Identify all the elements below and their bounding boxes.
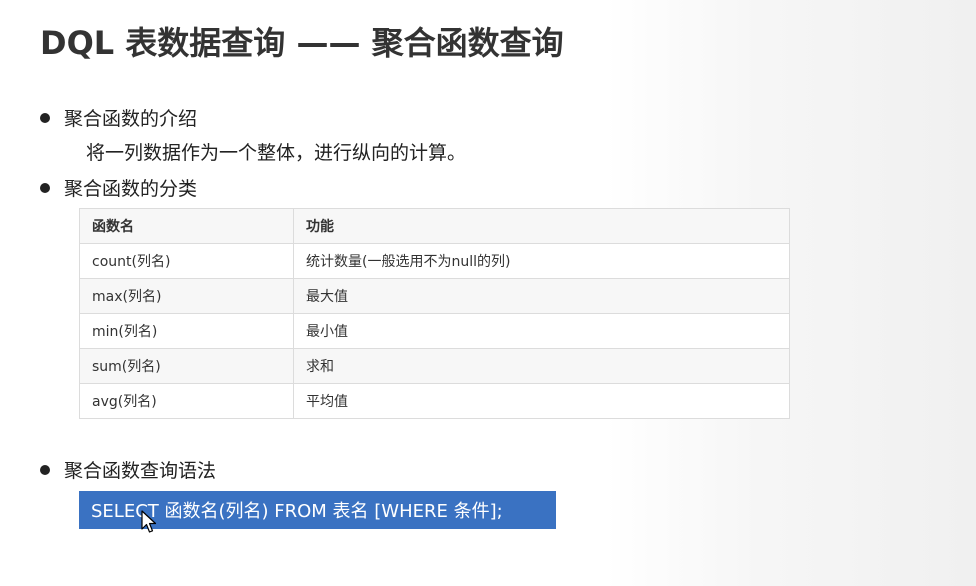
header-function-name: 函数名 bbox=[79, 208, 294, 244]
function-name-cell: sum(列名) bbox=[79, 348, 294, 384]
table-row: max(列名) 最大值 bbox=[79, 278, 790, 314]
function-purpose-cell: 求和 bbox=[293, 348, 790, 384]
aggregate-function-table: 函数名 功能 count(列名) 统计数量(一般选用不为null的列) max(… bbox=[79, 208, 790, 419]
mouse-cursor-icon bbox=[141, 510, 157, 533]
function-purpose-cell: 最小值 bbox=[293, 313, 790, 349]
function-name-cell: min(列名) bbox=[79, 313, 294, 349]
bullet-syntax: 聚合函数查询语法 bbox=[40, 456, 216, 483]
bullet-intro: 聚合函数的介绍 bbox=[40, 104, 197, 131]
function-name-cell: count(列名) bbox=[79, 243, 294, 279]
header-function-purpose: 功能 bbox=[293, 208, 790, 244]
table-row: sum(列名) 求和 bbox=[79, 348, 790, 384]
bullet-dot-icon bbox=[40, 112, 50, 123]
intro-description: 将一列数据作为一个整体，进行纵向的计算。 bbox=[86, 142, 467, 164]
table-header-row: 函数名 功能 bbox=[79, 208, 790, 244]
bullet-categories: 聚合函数的分类 bbox=[40, 174, 197, 201]
function-name-cell: max(列名) bbox=[79, 278, 294, 314]
bullet-syntax-heading: 聚合函数查询语法 bbox=[64, 460, 217, 482]
bullet-categories-heading: 聚合函数的分类 bbox=[64, 178, 198, 200]
function-purpose-cell: 最大值 bbox=[293, 278, 790, 314]
table-row: min(列名) 最小值 bbox=[79, 313, 790, 349]
table-row: count(列名) 统计数量(一般选用不为null的列) bbox=[79, 243, 790, 279]
function-name-cell: avg(列名) bbox=[79, 383, 294, 419]
page-title: DQL 表数据查询 —— 聚合函数查询 bbox=[40, 24, 564, 62]
function-purpose-cell: 平均值 bbox=[293, 383, 790, 419]
function-purpose-cell: 统计数量(一般选用不为null的列) bbox=[293, 243, 790, 279]
bullet-dot-icon bbox=[40, 464, 50, 475]
table-row: avg(列名) 平均值 bbox=[79, 383, 790, 419]
bullet-dot-icon bbox=[40, 182, 50, 193]
bullet-intro-heading: 聚合函数的介绍 bbox=[64, 108, 198, 130]
